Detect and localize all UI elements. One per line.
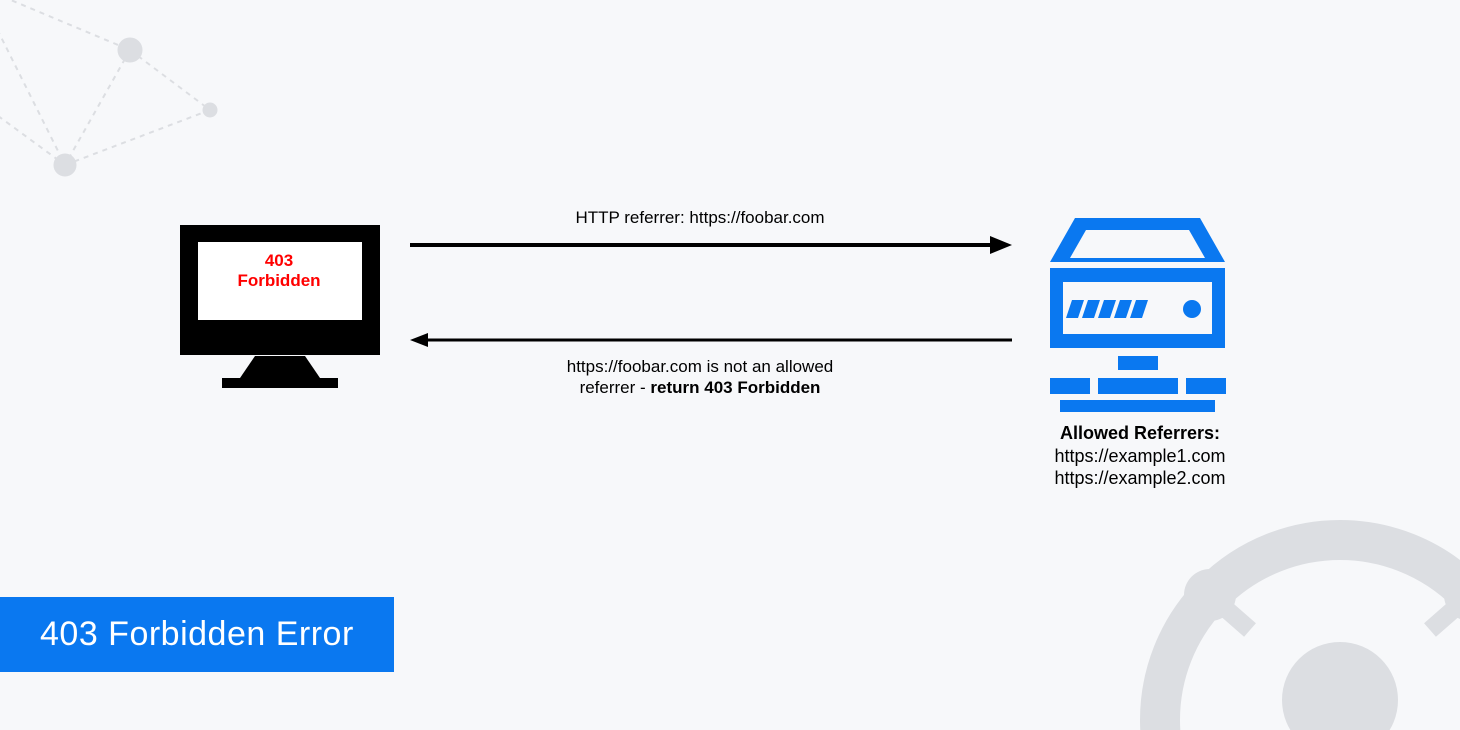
error-word: Forbidden xyxy=(237,271,320,290)
client-monitor-icon xyxy=(180,225,380,388)
response-arrow-icon xyxy=(410,333,1012,347)
allowed-heading: Allowed Referrers: xyxy=(1060,423,1220,443)
diagram-title: 403 Forbidden Error xyxy=(0,597,394,672)
response-label: https://foobar.com is not an allowed ref… xyxy=(410,356,990,399)
keycdn-logo-icon xyxy=(1160,540,1460,730)
request-label: HTTP referrer: https://foobar.com xyxy=(410,208,990,228)
network-watermark-icon xyxy=(0,0,217,176)
server-allowed-referrers: Allowed Referrers: https://example1.com … xyxy=(1035,422,1245,490)
server-icon xyxy=(1050,218,1226,412)
request-arrow-icon xyxy=(410,236,1012,254)
allowed-entry: https://example1.com xyxy=(1054,446,1225,466)
allowed-entry: https://example2.com xyxy=(1054,468,1225,488)
monitor-error-text: 403 Forbidden xyxy=(204,251,354,290)
error-code: 403 xyxy=(265,251,293,270)
